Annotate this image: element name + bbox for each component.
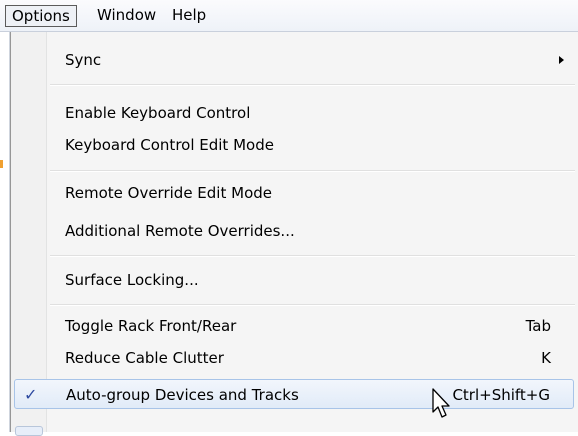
menu-separator (50, 170, 575, 172)
menu-item-keyboard-control-edit-mode[interactable]: Keyboard Control Edit Mode (14, 130, 574, 160)
partial-menu-item[interactable] (15, 426, 43, 436)
menu-item-label: Reduce Cable Clutter (65, 349, 224, 367)
check-icon: ✓ (24, 385, 38, 404)
menu-item-label: Enable Keyboard Control (65, 104, 251, 122)
chevron-right-icon (559, 56, 564, 64)
menu-item-sync[interactable]: Sync (14, 45, 574, 75)
menu-separator (50, 255, 575, 257)
menu-item-label: Toggle Rack Front/Rear (65, 317, 237, 335)
menu-help[interactable]: Help (166, 5, 212, 27)
shortcut-text: Tab (525, 317, 551, 335)
menu-bar: Options Window Help (0, 0, 578, 32)
menu-item-label: Sync (65, 51, 102, 69)
menu-item-label: Remote Override Edit Mode (65, 184, 272, 202)
menu-item-label: Keyboard Control Edit Mode (65, 136, 274, 154)
menu-item-label: Surface Locking... (65, 271, 199, 289)
background-accent-mark (0, 160, 3, 168)
menu-separator (50, 84, 575, 86)
shortcut-text: Ctrl+Shift+G (452, 386, 550, 404)
menu-item-surface-locking[interactable]: Surface Locking... (14, 265, 574, 295)
menu-options[interactable]: Options (5, 5, 77, 27)
shortcut-text: K (541, 349, 551, 367)
menu-item-enable-keyboard-control[interactable]: Enable Keyboard Control (14, 98, 574, 128)
background-window-edge (0, 32, 10, 432)
menu-separator (50, 304, 575, 306)
options-dropdown-menu: Sync Enable Keyboard Control Keyboard Co… (10, 32, 578, 436)
menu-item-reduce-cable-clutter[interactable]: Reduce Cable Clutter K (14, 343, 574, 373)
menu-item-toggle-rack-front-rear[interactable]: Toggle Rack Front/Rear Tab (14, 311, 574, 341)
menu-window[interactable]: Window (91, 5, 162, 27)
mouse-pointer-icon (432, 388, 450, 418)
menu-item-label: Additional Remote Overrides... (65, 222, 295, 240)
menu-item-auto-group-devices-and-tracks[interactable]: ✓ Auto-group Devices and Tracks Ctrl+Shi… (14, 379, 574, 409)
menu-item-label: Auto-group Devices and Tracks (66, 386, 299, 404)
menu-item-remote-override-edit-mode[interactable]: Remote Override Edit Mode (14, 178, 574, 208)
menu-item-additional-remote-overrides[interactable]: Additional Remote Overrides... (14, 216, 574, 246)
